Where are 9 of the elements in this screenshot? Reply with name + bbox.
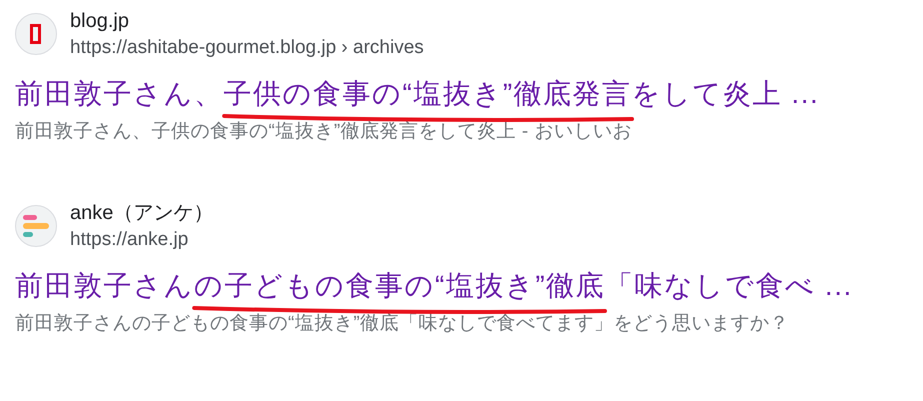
result-url: https://anke.jp xyxy=(70,228,190,252)
stripes-icon xyxy=(23,215,49,237)
site-name: anke（アンケ） xyxy=(70,201,214,226)
result-url: https://ashitabe-gourmet.blog.jp › archives xyxy=(70,36,424,60)
result-snippet: 前田敦子さんの子どもの食事の“塩抜き”徹底「味なしで食べてます」をどう思いますか？ xyxy=(15,312,790,336)
site-name: blog.jp xyxy=(70,9,130,34)
site-favicon[interactable] xyxy=(15,205,57,247)
site-favicon[interactable] xyxy=(15,13,57,55)
door-icon xyxy=(29,23,43,45)
